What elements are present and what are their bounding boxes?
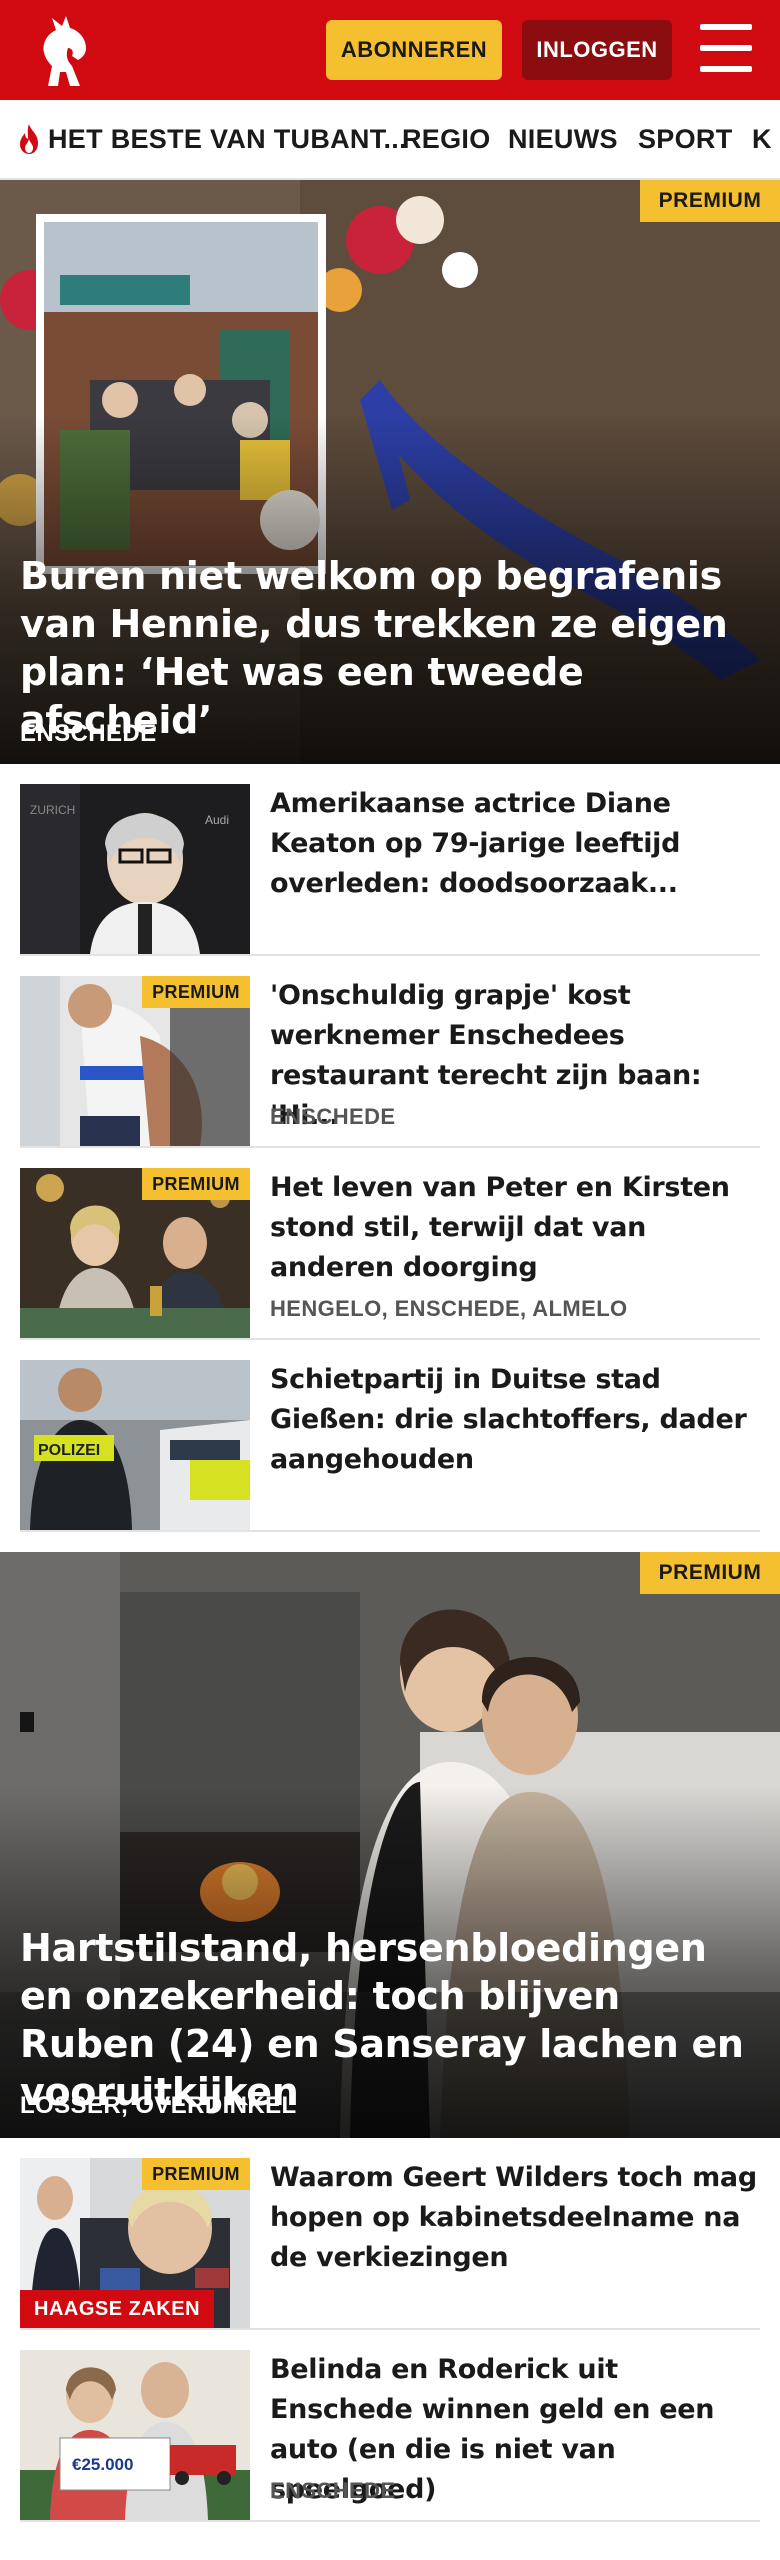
hero-article-1[interactable]: PREMIUM Buren niet welkom op begrafenis … (0, 180, 780, 764)
list-item[interactable]: POLIZEI Schietpartij in Duitse stad Gieß… (20, 1340, 760, 1532)
thumbnail-diane-keaton: ZURICH Audi (20, 784, 250, 954)
svg-text:€25.000: €25.000 (72, 2455, 133, 2474)
article-title[interactable]: Waarom Geert Wilders toch mag hopen op k… (270, 2158, 760, 2278)
hero-headline[interactable]: Buren niet welkom op begrafenis van Henn… (20, 552, 760, 744)
nav-item-next[interactable]: K (752, 100, 772, 178)
premium-badge: PREMIUM (142, 976, 250, 1008)
nav-item-best-of[interactable]: HET BESTE VAN TUBANT... (16, 100, 407, 178)
list-item[interactable]: PREMIUM Het leven van Peter en Kirsten s… (20, 1148, 760, 1340)
article-title[interactable]: Schietpartij in Duitse stad Gießen: drie… (270, 1360, 760, 1480)
nav-item-sport[interactable]: SPORT (638, 100, 733, 178)
thumbnail-wilders: PREMIUM HAAGSE ZAKEN (20, 2158, 250, 2328)
hero-article-2[interactable]: PREMIUM Hartstilstand, hersenbloedingen … (0, 1552, 780, 2138)
nav-item-nieuws[interactable]: NIEUWS (508, 100, 618, 178)
premium-badge: PREMIUM (640, 1552, 780, 1594)
login-button[interactable]: INLOGGEN (522, 20, 672, 80)
svg-text:Audi: Audi (205, 813, 229, 827)
nav-item-regio[interactable]: REGIO (402, 100, 491, 178)
hero-location: LOSSER, OVERDINKEL (20, 2092, 297, 2119)
list-item[interactable]: ZURICH Audi Amerikaanse actrice Diane Ke… (20, 764, 760, 956)
hero-location: ENSCHEDE (20, 720, 157, 747)
premium-badge: PREMIUM (142, 1168, 250, 1200)
svg-text:POLIZEI: POLIZEI (38, 1442, 100, 1459)
premium-badge: PREMIUM (640, 180, 780, 222)
section-tag[interactable]: HAAGSE ZAKEN (20, 2290, 215, 2328)
article-title[interactable]: Amerikaanse actrice Diane Keaton op 79-j… (270, 784, 760, 904)
horse-logo[interactable] (22, 8, 106, 92)
list-item[interactable]: €25.000 Belinda en Roderick uit Enschede… (20, 2330, 760, 2522)
premium-badge: PREMIUM (142, 2158, 250, 2190)
hamburger-menu-icon[interactable] (700, 24, 752, 72)
list-item[interactable]: PREMIUM HAAGSE ZAKEN Waarom Geert Wilder… (20, 2138, 760, 2330)
thumbnail-peter-kirsten: PREMIUM (20, 1168, 250, 1338)
article-title[interactable]: Het leven van Peter en Kirsten stond sti… (270, 1168, 760, 1288)
article-location: HENGELO, ENSCHEDE, ALMELO (270, 1296, 628, 1321)
list-item[interactable]: PREMIUM 'Onschuldig grapje' kost werknem… (20, 956, 760, 1148)
article-location: ENSCHEDE (270, 1104, 396, 1129)
hero-headline[interactable]: Hartstilstand, hersenbloedingen en onzek… (20, 1924, 760, 2116)
thumbnail-lottery-winners: €25.000 (20, 2350, 250, 2520)
thumbnail-restaurant: PREMIUM (20, 976, 250, 1146)
nav-label: HET BESTE VAN TUBANT... (48, 123, 407, 154)
svg-text:ZURICH: ZURICH (30, 803, 75, 817)
subscribe-button[interactable]: ABONNEREN (326, 20, 502, 80)
article-location: ENSCHEDE (270, 2478, 396, 2503)
section-nav: HET BESTE VAN TUBANT... REGIO NIEUWS SPO… (0, 100, 780, 180)
thumbnail-police: POLIZEI (20, 1360, 250, 1530)
top-bar: ABONNEREN INLOGGEN (0, 0, 780, 100)
flame-icon (20, 124, 38, 154)
